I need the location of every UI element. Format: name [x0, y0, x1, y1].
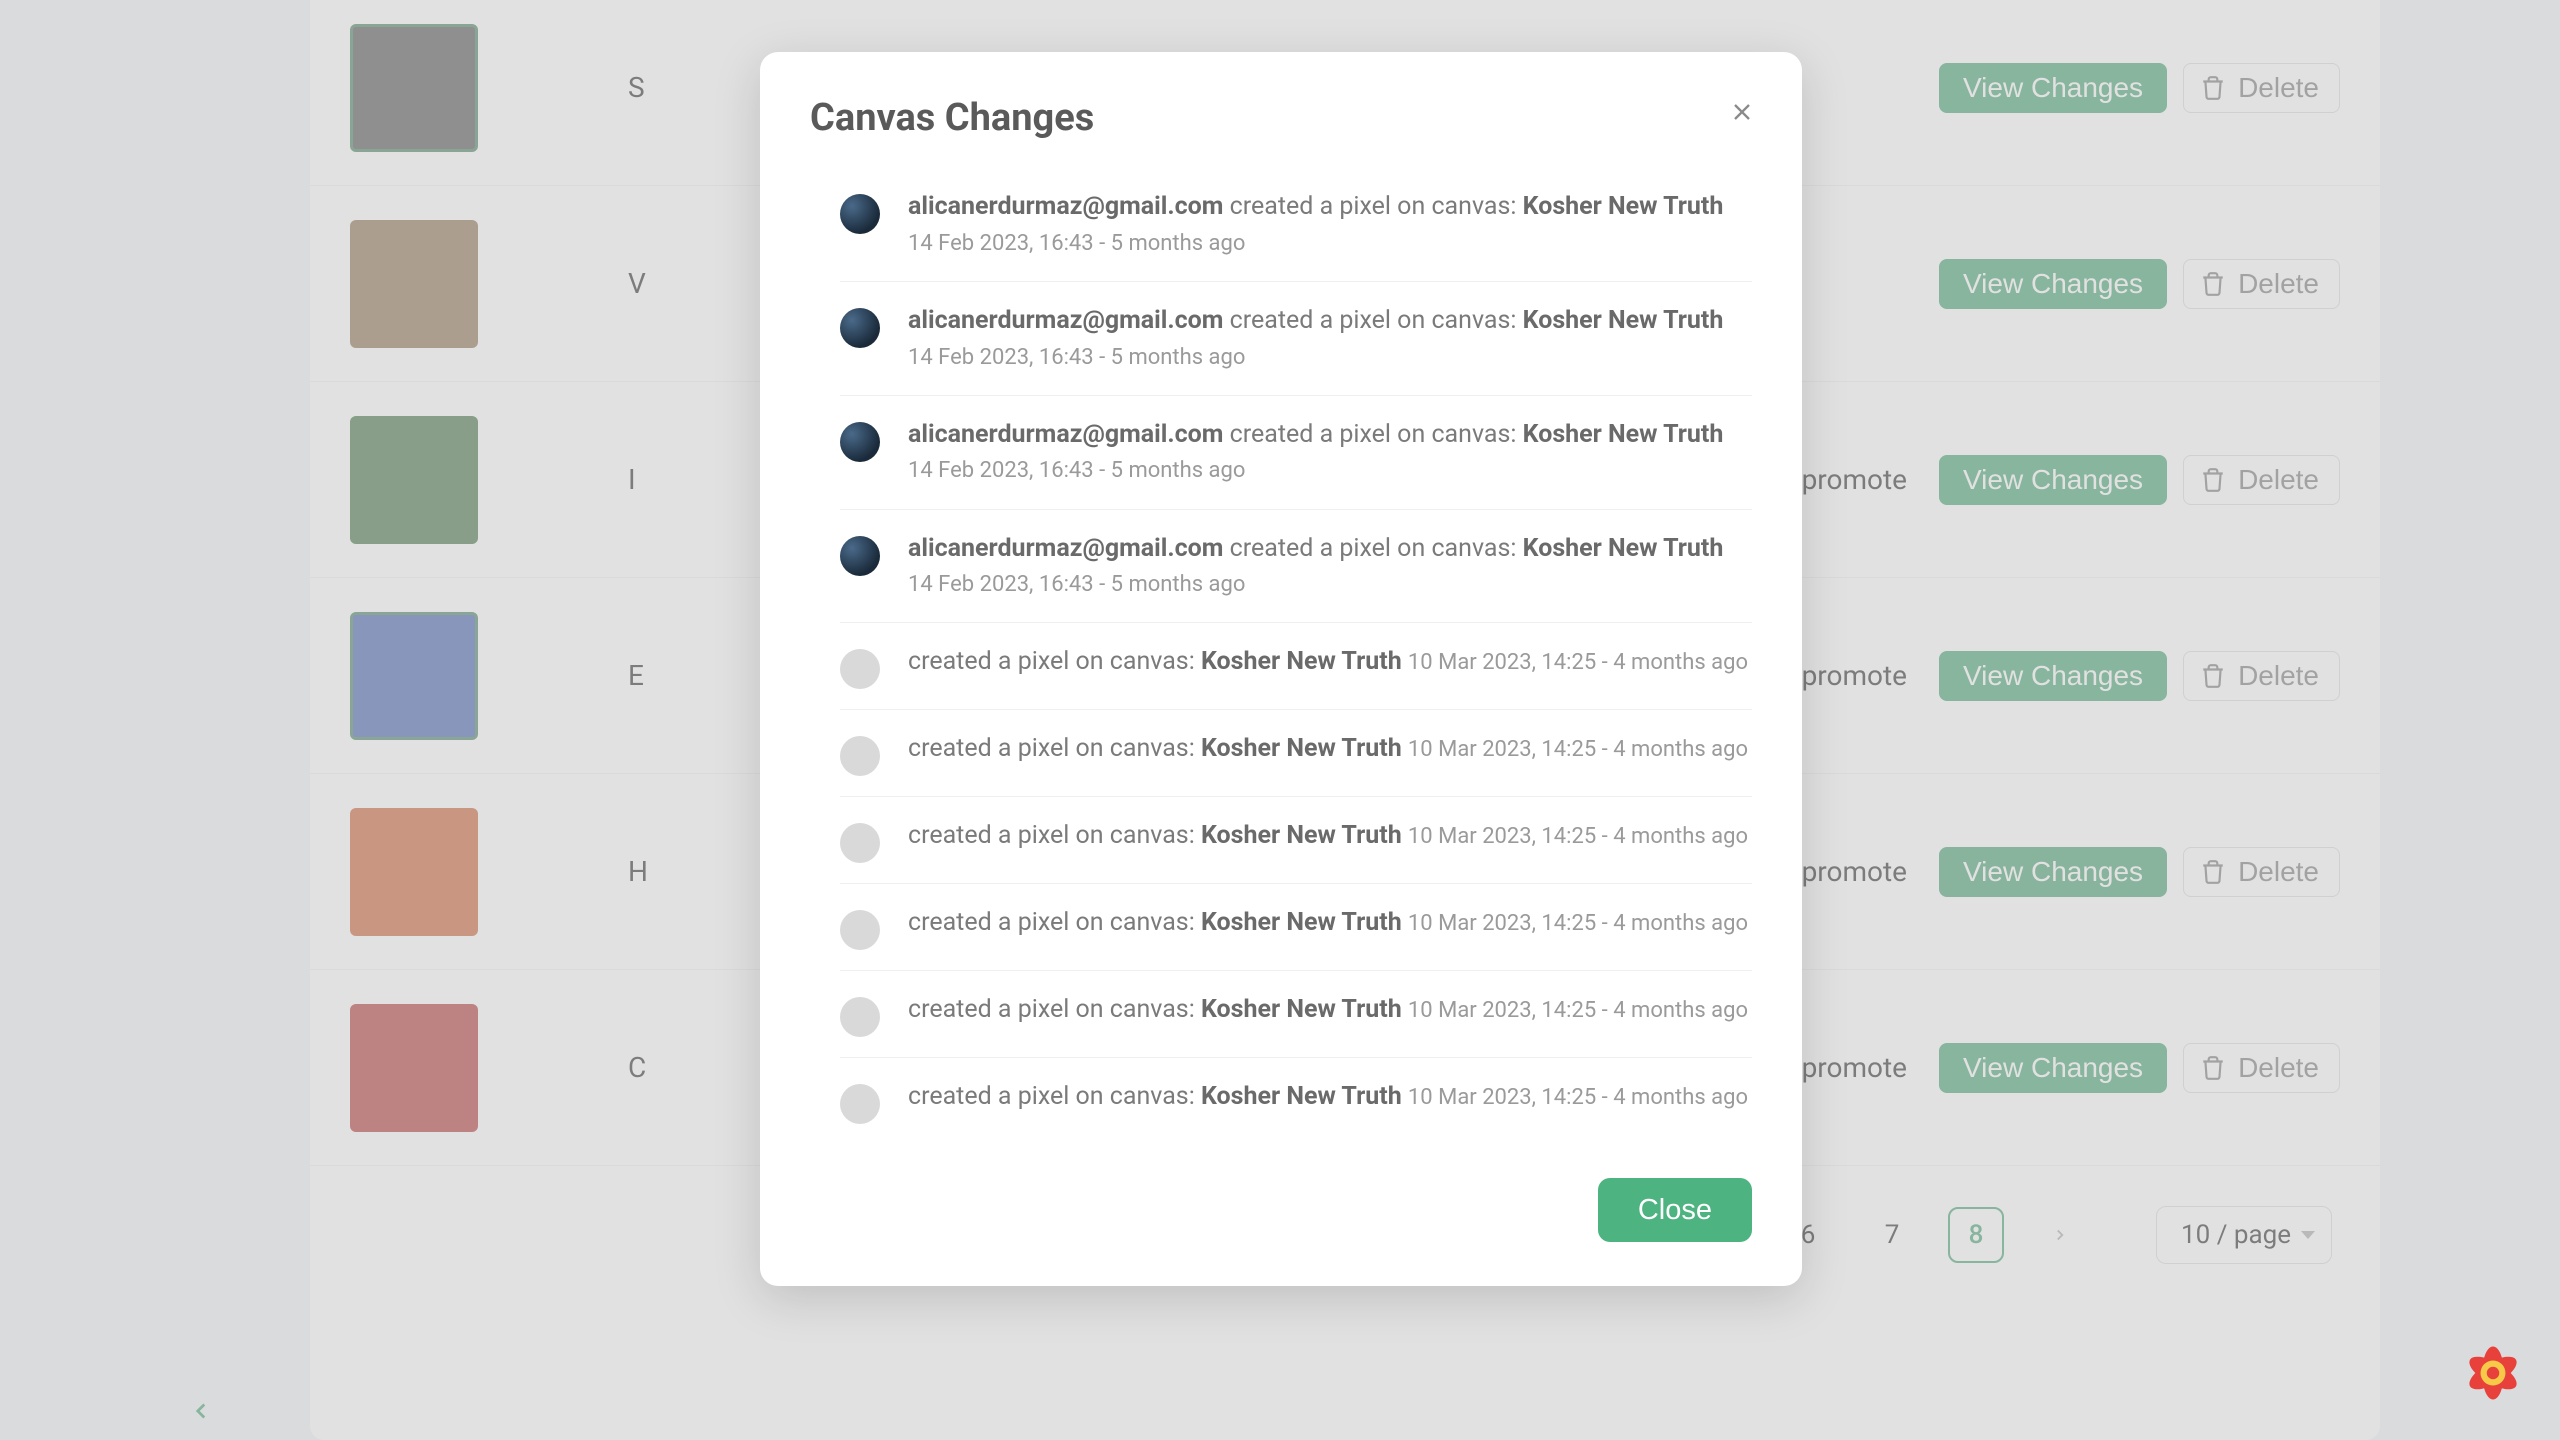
change-item: created a pixel on canvas: Kosher New Tr…	[840, 797, 1752, 884]
user-avatar	[840, 649, 880, 689]
react-query-devtools-badge[interactable]	[2454, 1334, 2532, 1412]
change-item: created a pixel on canvas: Kosher New Tr…	[840, 623, 1752, 710]
change-canvas-name: Kosher New Truth	[1523, 192, 1724, 221]
change-text: created a pixel on canvas: Kosher New Tr…	[908, 817, 1748, 863]
modal-close-button[interactable]	[1720, 90, 1764, 134]
change-canvas-name: Kosher New Truth	[1201, 647, 1402, 676]
user-avatar	[840, 536, 880, 576]
modal-close-confirm-button[interactable]: Close	[1598, 1178, 1752, 1242]
user-avatar	[840, 1084, 880, 1124]
user-avatar	[840, 910, 880, 950]
change-text: created a pixel on canvas: Kosher New Tr…	[908, 1078, 1748, 1124]
change-user: alicanerdurmaz@gmail.com	[908, 192, 1223, 221]
change-timestamp: 10 Mar 2023, 14:25 - 4 months ago	[1408, 911, 1748, 936]
change-timestamp: 14 Feb 2023, 16:43 - 5 months ago	[908, 572, 1245, 597]
change-action: created a pixel on canvas:	[908, 734, 1195, 763]
change-text: alicanerdurmaz@gmail.com created a pixel…	[908, 416, 1752, 489]
change-text: alicanerdurmaz@gmail.com created a pixel…	[908, 302, 1752, 375]
modal-footer: Close	[810, 1178, 1752, 1242]
change-item: created a pixel on canvas: Kosher New Tr…	[840, 710, 1752, 797]
change-item: alicanerdurmaz@gmail.com created a pixel…	[840, 282, 1752, 396]
change-canvas-name: Kosher New Truth	[1201, 908, 1402, 937]
change-timestamp: 14 Feb 2023, 16:43 - 5 months ago	[908, 458, 1245, 483]
change-canvas-name: Kosher New Truth	[1523, 534, 1724, 563]
change-canvas-name: Kosher New Truth	[1201, 995, 1402, 1024]
change-text: created a pixel on canvas: Kosher New Tr…	[908, 643, 1748, 689]
change-text: alicanerdurmaz@gmail.com created a pixel…	[908, 188, 1752, 261]
change-text: created a pixel on canvas: Kosher New Tr…	[908, 730, 1748, 776]
user-avatar	[840, 997, 880, 1037]
change-item: created a pixel on canvas: Kosher New Tr…	[840, 1058, 1752, 1144]
close-icon	[1728, 98, 1756, 126]
change-timestamp: 14 Feb 2023, 16:43 - 5 months ago	[908, 231, 1245, 256]
change-timestamp: 10 Mar 2023, 14:25 - 4 months ago	[1408, 1085, 1748, 1110]
modal-title: Canvas Changes	[810, 96, 1752, 140]
change-item: alicanerdurmaz@gmail.com created a pixel…	[840, 168, 1752, 282]
flower-icon	[2454, 1334, 2532, 1412]
change-item: alicanerdurmaz@gmail.com created a pixel…	[840, 510, 1752, 624]
change-canvas-name: Kosher New Truth	[1201, 734, 1402, 763]
change-action: created a pixel on canvas:	[1230, 420, 1517, 449]
change-item: created a pixel on canvas: Kosher New Tr…	[840, 971, 1752, 1058]
user-avatar	[840, 823, 880, 863]
change-timestamp: 10 Mar 2023, 14:25 - 4 months ago	[1408, 824, 1748, 849]
canvas-changes-modal: Canvas Changes alicanerdurmaz@gmail.com …	[760, 52, 1802, 1286]
change-user: alicanerdurmaz@gmail.com	[908, 306, 1223, 335]
change-canvas-name: Kosher New Truth	[1523, 420, 1724, 449]
change-action: created a pixel on canvas:	[908, 821, 1195, 850]
change-timestamp: 10 Mar 2023, 14:25 - 4 months ago	[1408, 650, 1748, 675]
change-timestamp: 10 Mar 2023, 14:25 - 4 months ago	[1408, 998, 1748, 1023]
user-avatar	[840, 422, 880, 462]
change-action: created a pixel on canvas:	[908, 647, 1195, 676]
change-text: created a pixel on canvas: Kosher New Tr…	[908, 904, 1748, 950]
user-avatar	[840, 308, 880, 348]
change-canvas-name: Kosher New Truth	[1201, 821, 1402, 850]
change-text: alicanerdurmaz@gmail.com created a pixel…	[908, 530, 1752, 603]
change-item: created a pixel on canvas: Kosher New Tr…	[840, 884, 1752, 971]
change-action: created a pixel on canvas:	[1230, 306, 1517, 335]
change-item: alicanerdurmaz@gmail.com created a pixel…	[840, 396, 1752, 510]
user-avatar	[840, 736, 880, 776]
change-canvas-name: Kosher New Truth	[1201, 1082, 1402, 1111]
user-avatar	[840, 194, 880, 234]
change-action: created a pixel on canvas:	[908, 995, 1195, 1024]
change-action: created a pixel on canvas:	[908, 908, 1195, 937]
change-text: created a pixel on canvas: Kosher New Tr…	[908, 991, 1748, 1037]
change-action: created a pixel on canvas:	[1230, 534, 1517, 563]
change-canvas-name: Kosher New Truth	[1523, 306, 1724, 335]
change-list: alicanerdurmaz@gmail.com created a pixel…	[810, 168, 1752, 1144]
change-timestamp: 10 Mar 2023, 14:25 - 4 months ago	[1408, 737, 1748, 762]
change-user: alicanerdurmaz@gmail.com	[908, 420, 1223, 449]
change-user: alicanerdurmaz@gmail.com	[908, 534, 1223, 563]
change-timestamp: 14 Feb 2023, 16:43 - 5 months ago	[908, 345, 1245, 370]
change-action: created a pixel on canvas:	[908, 1082, 1195, 1111]
change-action: created a pixel on canvas:	[1230, 192, 1517, 221]
